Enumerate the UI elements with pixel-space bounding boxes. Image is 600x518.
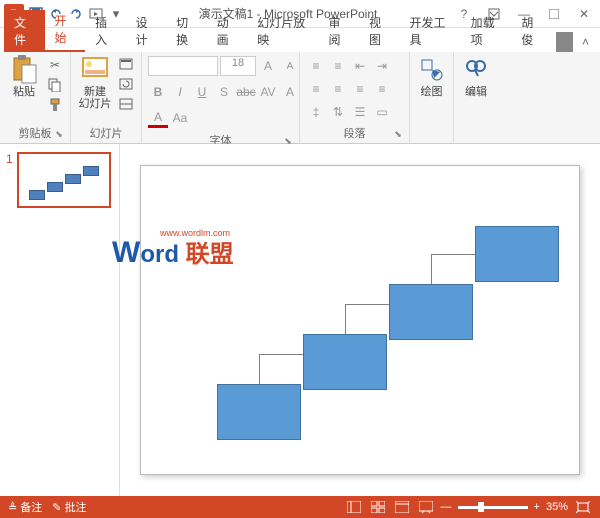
notes-button[interactable]: ≜ 备注 xyxy=(8,499,42,515)
section-icon[interactable] xyxy=(117,96,135,114)
font-color-icon[interactable]: A xyxy=(148,108,168,128)
format-painter-icon[interactable] xyxy=(46,96,64,114)
new-slide-icon xyxy=(81,56,109,84)
align-center-icon[interactable]: ≡ xyxy=(328,79,348,99)
connector[interactable] xyxy=(259,354,260,384)
new-slide-button[interactable]: 新建 幻灯片 xyxy=(77,56,113,110)
fit-window-icon[interactable] xyxy=(574,499,592,515)
align-right-icon[interactable]: ≡ xyxy=(350,79,370,99)
indent-inc-icon[interactable]: ⇥ xyxy=(372,56,392,76)
clipboard-launcher-icon[interactable]: ⬊ xyxy=(54,129,64,139)
connector[interactable] xyxy=(259,354,303,355)
slide-canvas[interactable] xyxy=(140,165,580,475)
reading-view-icon[interactable] xyxy=(393,499,411,515)
tab-addins[interactable]: 加载项 xyxy=(461,10,512,52)
tab-design[interactable]: 设计 xyxy=(126,10,167,52)
slideshow-view-icon[interactable] xyxy=(417,499,435,515)
justify-icon[interactable]: ≡ xyxy=(372,79,392,99)
tab-file[interactable]: 文件 xyxy=(4,10,45,52)
connector[interactable] xyxy=(345,304,389,305)
drawing-icon xyxy=(418,56,446,84)
slide-thumbnail[interactable] xyxy=(17,152,111,208)
shape-box[interactable] xyxy=(475,226,559,282)
tab-transitions[interactable]: 切换 xyxy=(166,10,207,52)
zoom-slider[interactable] xyxy=(458,506,528,509)
comments-button[interactable]: ✎ 批注 xyxy=(52,499,86,515)
drawing-label: 绘图 xyxy=(421,86,443,98)
clipboard-group-label: 剪贴板⬊ xyxy=(6,123,64,141)
spacing-icon[interactable]: AV xyxy=(258,82,278,102)
drawing-group-label xyxy=(416,139,447,141)
shape-box[interactable] xyxy=(303,334,387,390)
editing-label: 编辑 xyxy=(465,86,487,98)
text-direction-icon[interactable]: ⇅ xyxy=(328,102,348,122)
line-spacing-icon[interactable]: ‡ xyxy=(306,102,326,122)
indent-dec-icon[interactable]: ⇤ xyxy=(350,56,370,76)
underline-icon[interactable]: U xyxy=(192,82,212,102)
slide-editor[interactable] xyxy=(120,144,600,496)
shadow-icon[interactable]: S xyxy=(214,82,234,102)
shape-box[interactable] xyxy=(389,284,473,340)
thumbnail-number: 1 xyxy=(6,152,13,208)
drawing-button[interactable]: 绘图 xyxy=(416,56,447,98)
cut-icon[interactable]: ✂ xyxy=(46,56,64,74)
tab-animations[interactable]: 动画 xyxy=(207,10,248,52)
align-left-icon[interactable]: ≡ xyxy=(306,79,326,99)
bullets-icon[interactable]: ≡ xyxy=(306,56,326,76)
thumbnail-panel: 1 xyxy=(0,144,120,496)
paste-icon xyxy=(10,56,38,84)
layout-icon[interactable] xyxy=(117,56,135,74)
shrink-font-icon[interactable]: A xyxy=(280,56,300,76)
font-name-input[interactable] xyxy=(148,56,218,76)
connector[interactable] xyxy=(431,254,432,284)
tab-slideshow[interactable]: 幻灯片放映 xyxy=(247,10,318,52)
sorter-view-icon[interactable] xyxy=(369,499,387,515)
paragraph-group-label: 段落⬊ xyxy=(306,123,403,141)
zoom-in-button[interactable]: + xyxy=(534,501,540,513)
find-icon xyxy=(462,56,490,84)
tab-home[interactable]: 开始 xyxy=(45,8,86,52)
zoom-out-button[interactable]: — xyxy=(441,501,452,513)
numbering-icon[interactable]: ≡ xyxy=(328,56,348,76)
normal-view-icon[interactable] xyxy=(345,499,363,515)
tab-view[interactable]: 视图 xyxy=(359,10,400,52)
collapse-ribbon-icon[interactable]: ˄ xyxy=(577,32,594,52)
paragraph-launcher-icon[interactable]: ⬊ xyxy=(393,129,403,139)
reset-icon[interactable] xyxy=(117,76,135,94)
shape-box[interactable] xyxy=(217,384,301,440)
close-button[interactable]: ✕ xyxy=(572,4,596,24)
watermark-logo: Word 联盟 xyxy=(112,234,234,270)
connector[interactable] xyxy=(431,254,475,255)
paste-label: 粘贴 xyxy=(13,86,35,98)
connector[interactable] xyxy=(345,304,346,334)
grow-font-icon[interactable]: A xyxy=(258,56,278,76)
copy-icon[interactable] xyxy=(46,76,64,94)
tab-review[interactable]: 审阅 xyxy=(318,10,359,52)
italic-icon[interactable]: I xyxy=(170,82,190,102)
new-slide-label: 新建 幻灯片 xyxy=(79,86,112,110)
slides-group-label: 幻灯片 xyxy=(77,123,135,141)
font-size-input[interactable]: 18 xyxy=(220,56,256,76)
clear-format-icon[interactable]: A xyxy=(280,82,300,102)
editing-group-label xyxy=(460,139,492,141)
smartart-icon[interactable]: ▭ xyxy=(372,102,392,122)
user-avatar[interactable] xyxy=(556,32,573,52)
tab-developer[interactable]: 开发工具 xyxy=(400,10,461,52)
bold-icon[interactable]: B xyxy=(148,82,168,102)
strike-icon[interactable]: abc xyxy=(236,82,256,102)
align-text-icon[interactable]: ☰ xyxy=(350,102,370,122)
zoom-value[interactable]: 35% xyxy=(546,501,568,513)
editing-button[interactable]: 编辑 xyxy=(460,56,492,98)
change-case-icon[interactable]: Aa xyxy=(170,108,190,128)
user-name[interactable]: 胡俊 xyxy=(511,10,552,52)
tab-insert[interactable]: 插入 xyxy=(85,10,126,52)
paste-button[interactable]: 粘贴 xyxy=(6,56,42,98)
